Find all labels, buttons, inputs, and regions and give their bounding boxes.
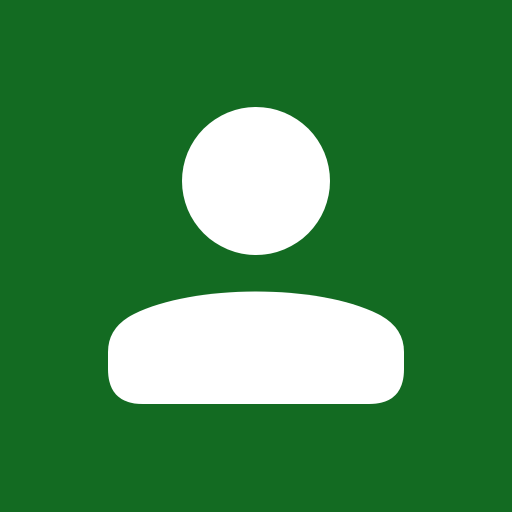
user-icon-head [182, 107, 330, 255]
user-icon [108, 107, 404, 404]
user-icon-body [108, 291, 404, 404]
default-avatar-tile [0, 0, 512, 512]
